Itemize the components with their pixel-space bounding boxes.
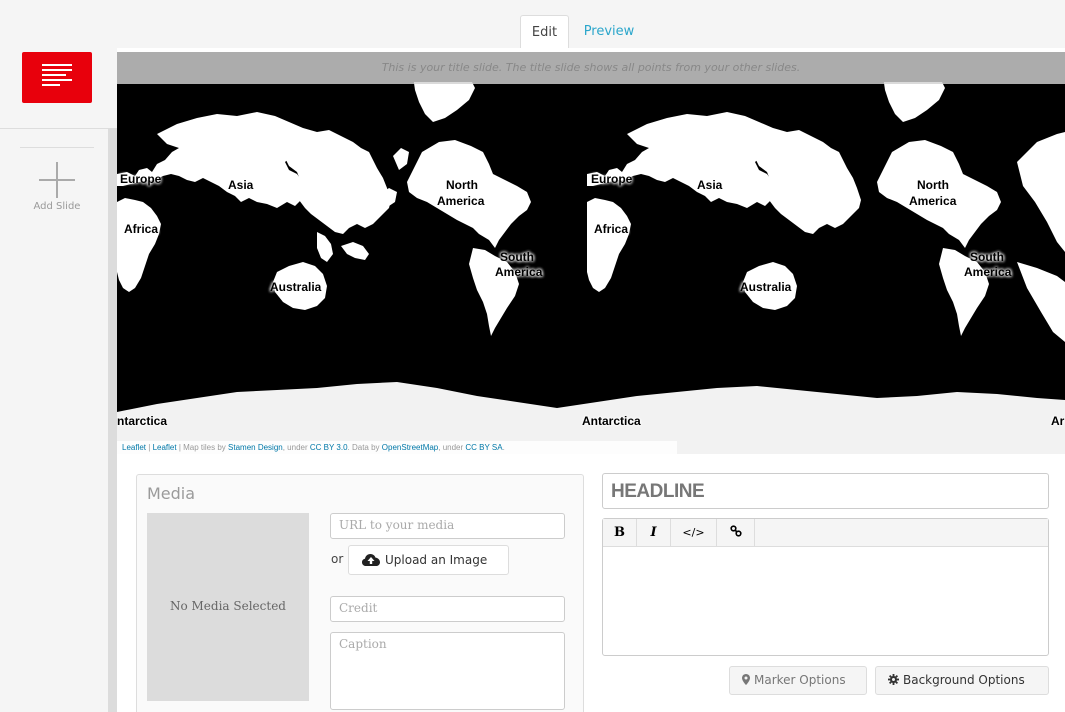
link-button[interactable] (717, 519, 755, 547)
map-label-north-america: North (446, 178, 478, 192)
title-slide-banner: This is your title slide. The title slid… (117, 52, 1065, 84)
attribution-text: , under (282, 443, 310, 452)
headline-input[interactable]: HEADLINE (602, 473, 1049, 509)
tab-preview[interactable]: Preview (576, 15, 642, 48)
italic-button[interactable]: I (637, 519, 671, 547)
map-label-antarctica: Antarctica (582, 414, 641, 428)
add-slide-label: Add Slide (33, 201, 81, 212)
map-label-australia: Australia (270, 280, 322, 294)
tab-edit[interactable]: Edit (520, 15, 569, 48)
editor-tab-bar: Edit Preview (0, 0, 1065, 48)
media-title: Media (147, 484, 196, 503)
attribution-link[interactable]: CC BY 3.0 (310, 443, 348, 452)
map-marker-icon (742, 674, 750, 685)
map-label-north-america: North (917, 178, 949, 192)
marker-options-label: Marker Options (754, 673, 846, 687)
or-label: or (331, 552, 344, 566)
attribution-link[interactable]: Stamen Design (228, 443, 283, 452)
title-slide-thumbnail[interactable] (22, 52, 92, 103)
link-icon (729, 525, 742, 537)
map-label-south-america: South (500, 250, 534, 264)
attribution-text: . (502, 443, 505, 452)
marker-options-button[interactable]: Marker Options (729, 666, 867, 695)
map-label-antarctica: Ar (1051, 414, 1065, 428)
map-viewport[interactable]: This is your title slide. The title slid… (117, 52, 1065, 454)
map-attribution: Leaflet | Leaflet | Map tiles by Stamen … (117, 441, 677, 454)
map-label-africa: Africa (124, 222, 159, 236)
map-label-europe: Europe (120, 172, 162, 186)
sidebar-divider-line (0, 128, 108, 129)
attribution-text: , under (438, 443, 466, 452)
sidebar-divider-line (20, 147, 94, 148)
background-options-button[interactable]: Background Options (875, 666, 1049, 695)
plus-icon (39, 162, 75, 198)
text-editor[interactable]: B I </> (602, 518, 1049, 656)
code-button[interactable]: </> (671, 519, 717, 547)
no-media-label: No Media Selected (169, 599, 286, 613)
map-label-north-america: America (437, 194, 485, 208)
attribution-link[interactable]: Leaflet (153, 443, 177, 452)
text-editor-toolbar: B I </> (603, 519, 1048, 547)
map-label-south-america: America (495, 265, 543, 279)
attribution-text: | Map tiles by (176, 443, 229, 452)
media-url-input[interactable]: URL to your media (330, 513, 565, 539)
gear-icon (888, 674, 899, 685)
background-options-label: Background Options (903, 673, 1025, 687)
credit-input[interactable]: Credit (330, 596, 565, 622)
attribution-link[interactable]: OpenStreetMap (382, 443, 438, 452)
map-label-antarctica: ntarctica (117, 414, 168, 428)
sidebar-divider (108, 128, 117, 712)
attribution-link[interactable]: Leaflet (122, 443, 146, 452)
upload-image-button[interactable]: Upload an Image (348, 545, 509, 575)
upload-image-label: Upload an Image (385, 553, 488, 567)
text-lines-icon (42, 64, 72, 86)
media-panel: Media No Media Selected URL to your medi… (136, 474, 584, 712)
caption-textarea[interactable]: Caption (330, 632, 565, 710)
map-label-asia: Asia (697, 178, 723, 192)
attribution-link[interactable]: CC BY SA (465, 443, 502, 452)
map-label-north-america: America (909, 194, 957, 208)
map-label-asia: Asia (228, 178, 254, 192)
map-label-africa: Africa (594, 222, 629, 236)
bold-button[interactable]: B (603, 519, 637, 547)
map-label-australia: Australia (740, 280, 792, 294)
add-slide-button[interactable]: Add Slide (20, 160, 94, 220)
cloud-upload-icon (362, 554, 380, 566)
world-map-land (117, 52, 1065, 454)
map-label-south-america: America (964, 265, 1012, 279)
map-label-europe: Europe (591, 172, 633, 186)
attribution-text: . Data by (347, 443, 382, 452)
map-label-south-america: South (970, 250, 1004, 264)
media-preview: No Media Selected (147, 513, 309, 701)
